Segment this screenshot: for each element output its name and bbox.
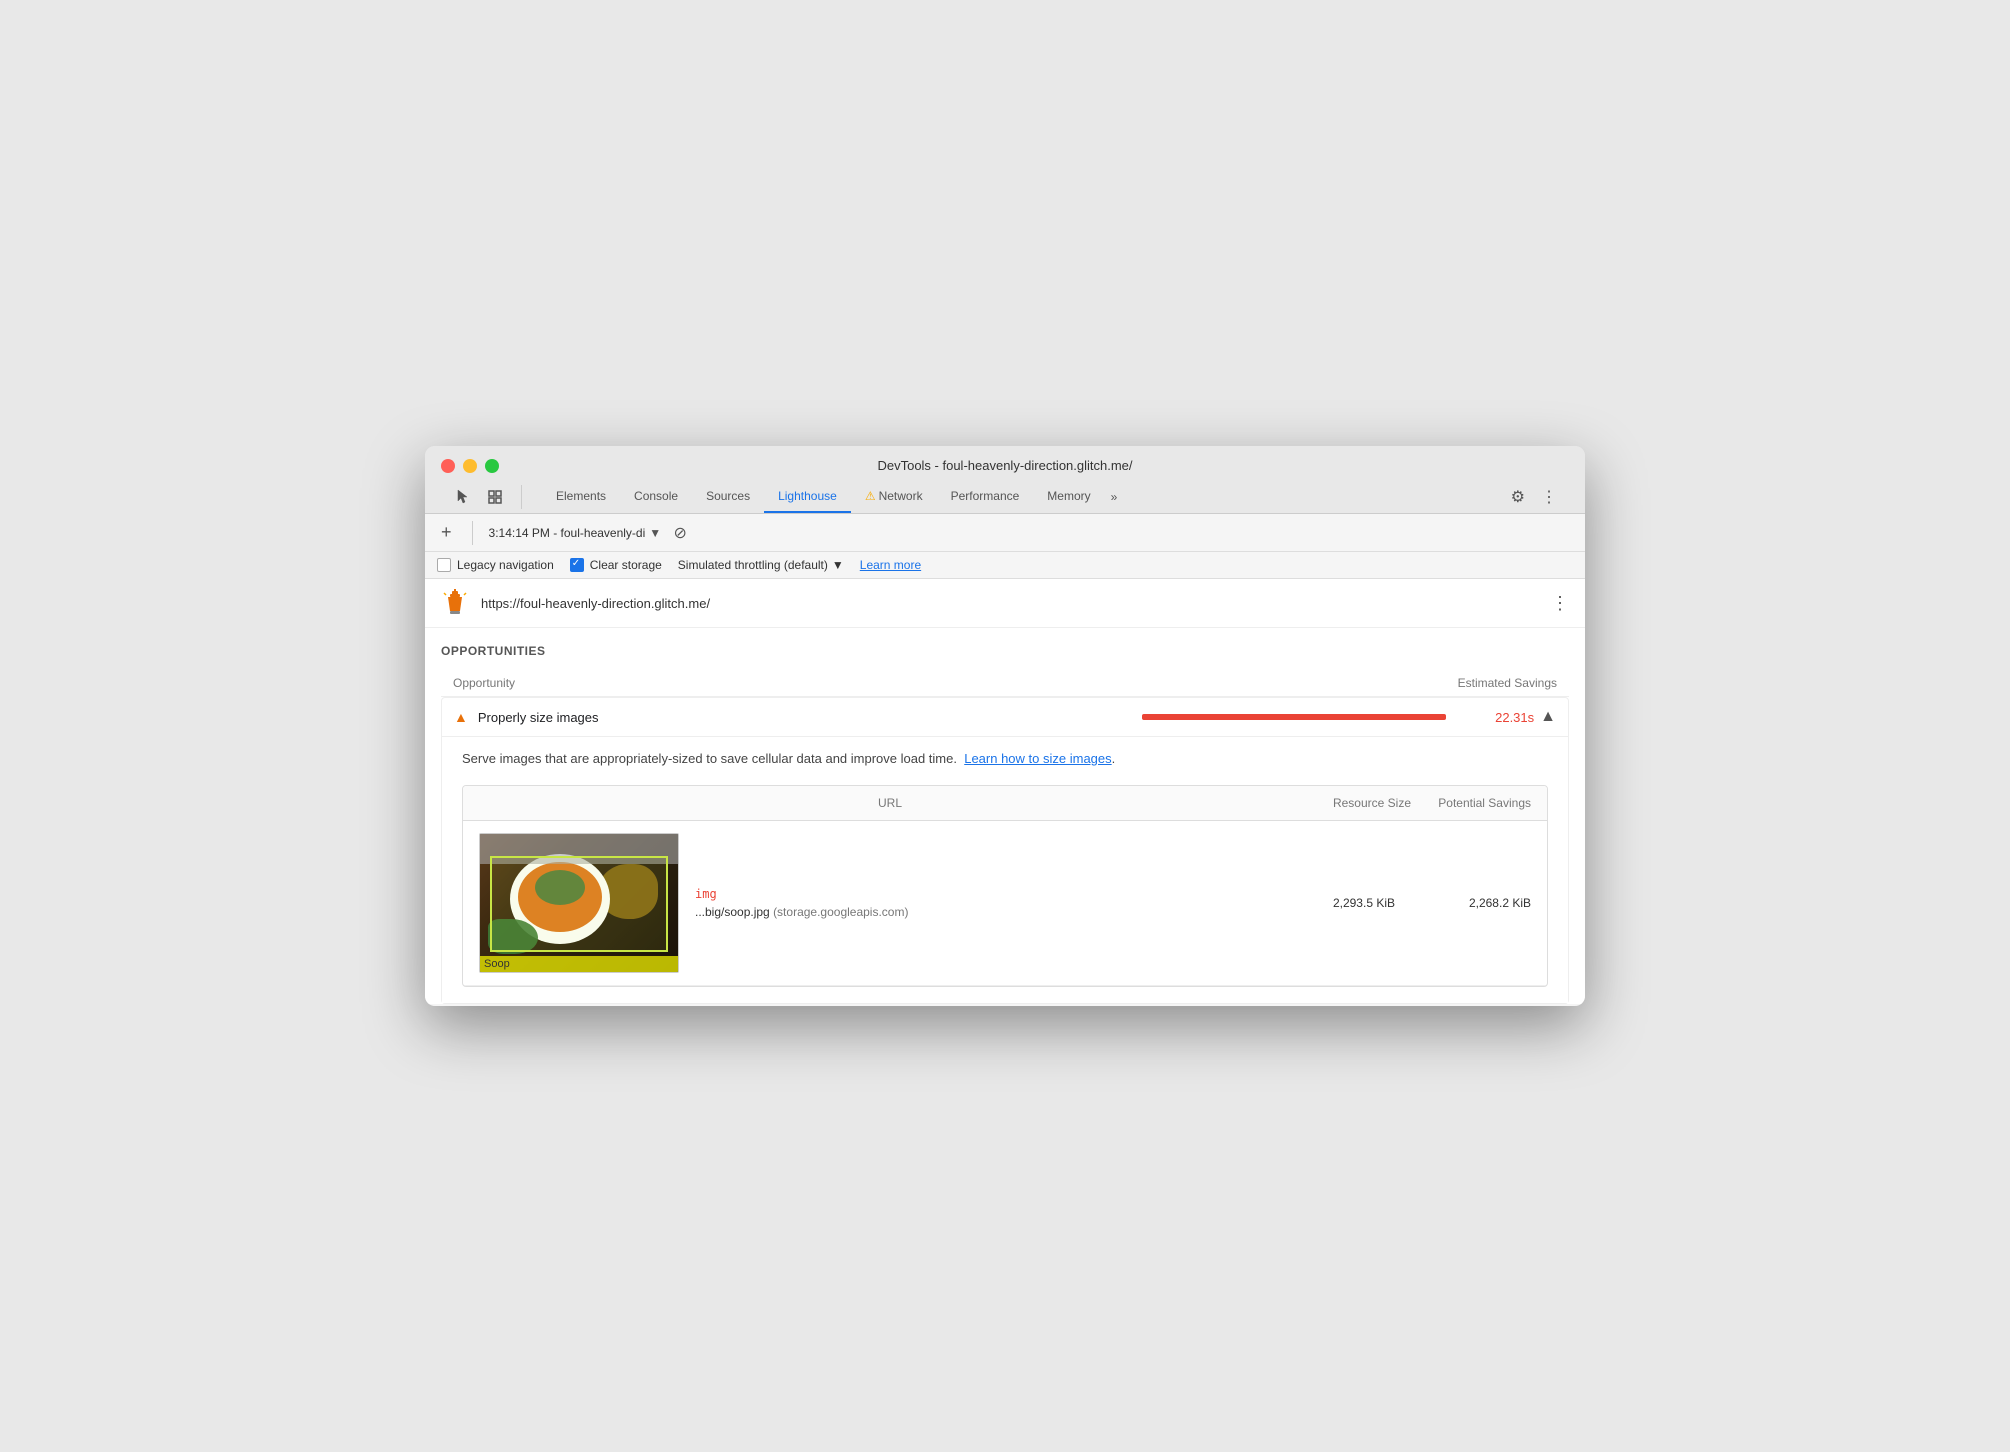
title-bar: DevTools - foul-heavenly-direction.glitc… <box>425 446 1585 514</box>
throttling-select[interactable]: Simulated throttling (default) ▼ <box>678 558 844 572</box>
tab-sources[interactable]: Sources <box>692 481 764 513</box>
url-more-button[interactable]: ⋮ <box>1551 593 1569 614</box>
opportunity-row-properly-size: ▲ Properly size images 22.31s ▲ Serve im… <box>441 697 1569 1004</box>
opportunity-expanded: Serve images that are appropriately-size… <box>442 736 1568 1003</box>
savings-bar <box>1142 714 1446 720</box>
toolbar-divider <box>521 485 522 509</box>
add-button[interactable]: + <box>437 520 456 545</box>
window-title: DevTools - foul-heavenly-direction.glitc… <box>877 458 1132 473</box>
tab-network[interactable]: ⚠Network <box>851 481 937 513</box>
url-filename: ...big/soop.jpg <box>695 905 770 919</box>
clear-storage-label[interactable]: Clear storage <box>570 558 662 572</box>
soup-image: Soop <box>480 834 678 972</box>
subtoolbar-divider <box>472 521 473 545</box>
table-row: Soop img ...big/soop.jpg (storage.google… <box>463 821 1547 986</box>
inspect-icon <box>487 489 503 505</box>
opportunity-col-header: Opportunity <box>453 676 1417 690</box>
tab-memory[interactable]: Memory <box>1033 481 1104 513</box>
thumbnail-wrapper: Soop <box>479 833 679 973</box>
chevron-up-icon[interactable]: ▲ <box>1540 708 1556 726</box>
resource-size-col-header: Resource Size <box>1301 796 1411 810</box>
tab-bar: Elements Console Sources Lighthouse ⚠Net… <box>441 481 1569 513</box>
tab-lighthouse[interactable]: Lighthouse <box>764 481 851 513</box>
legacy-nav-label[interactable]: Legacy navigation <box>437 558 554 572</box>
opportunity-warning-icon: ▲ <box>454 709 468 725</box>
toolbar-icons <box>449 483 530 511</box>
cursor-icon <box>455 489 471 505</box>
tab-bar-right: ⚙ ⋮ <box>1507 483 1561 511</box>
legacy-nav-text: Legacy navigation <box>457 558 554 572</box>
url-row: https://foul-heavenly-direction.glitch.m… <box>425 579 1585 628</box>
warning-icon: ⚠ <box>865 489 876 503</box>
sub-toolbar: + 3:14:14 PM - foul-heavenly-di ▼ ⊘ <box>425 514 1585 552</box>
potential-savings-col-header: Potential Savings <box>1411 796 1531 810</box>
throttling-text: Simulated throttling (default) <box>678 558 828 572</box>
options-bar: Legacy navigation Clear storage Simulate… <box>425 552 1585 579</box>
window-controls <box>441 459 499 473</box>
url-domain: (storage.googleapis.com) <box>773 905 908 919</box>
cursor-icon-btn[interactable] <box>449 483 477 511</box>
resource-size-cell: 2,293.5 KiB <box>1285 896 1395 910</box>
devtools-window: DevTools - foul-heavenly-direction.glitc… <box>425 446 1585 1006</box>
no-entry-button[interactable]: ⊘ <box>669 522 691 544</box>
session-chevron-icon: ▼ <box>649 526 661 540</box>
data-table: URL Resource Size Potential Savings <box>462 785 1548 987</box>
thumb-highlight-box <box>490 856 668 952</box>
legacy-nav-checkbox[interactable] <box>437 558 451 572</box>
opportunity-header[interactable]: ▲ Properly size images 22.31s ▲ <box>442 698 1568 736</box>
url-cell: img ...big/soop.jpg (storage.googleapis.… <box>695 887 1269 919</box>
tab-elements[interactable]: Elements <box>542 481 620 513</box>
url-col-header: URL <box>479 796 1301 810</box>
close-button[interactable] <box>441 459 455 473</box>
url-text: https://foul-heavenly-direction.glitch.m… <box>481 596 1539 611</box>
settings-icon-btn[interactable]: ⚙ <box>1507 483 1529 511</box>
tab-performance[interactable]: Performance <box>937 481 1034 513</box>
data-table-header: URL Resource Size Potential Savings <box>463 786 1547 821</box>
description-text: Serve images that are appropriately-size… <box>462 749 1548 769</box>
inspect-icon-btn[interactable] <box>481 483 509 511</box>
learn-more-link[interactable]: Learn more <box>860 558 921 572</box>
opportunities-section: OPPORTUNITIES Opportunity Estimated Savi… <box>425 628 1585 1004</box>
thumbnail-cell: Soop <box>479 833 679 973</box>
more-options-icon-btn[interactable]: ⋮ <box>1537 483 1561 511</box>
potential-savings-cell: 2,268.2 KiB <box>1411 896 1531 910</box>
content-area: https://foul-heavenly-direction.glitch.m… <box>425 579 1585 1004</box>
table-header: Opportunity Estimated Savings <box>441 670 1569 697</box>
session-selector[interactable]: 3:14:14 PM - foul-heavenly-di ▼ <box>489 526 662 540</box>
learn-how-link[interactable]: Learn how to size images <box>964 751 1111 766</box>
maximize-button[interactable] <box>485 459 499 473</box>
tab-console[interactable]: Console <box>620 481 692 513</box>
savings-col-header: Estimated Savings <box>1417 676 1557 690</box>
savings-bar-container <box>1142 714 1462 720</box>
url-filename-row: ...big/soop.jpg (storage.googleapis.com) <box>695 905 1269 919</box>
opportunity-title: Properly size images <box>478 710 1142 725</box>
tab-more[interactable]: » <box>1105 482 1124 512</box>
clear-storage-text: Clear storage <box>590 558 662 572</box>
session-label: 3:14:14 PM - foul-heavenly-di <box>489 526 646 540</box>
clear-storage-checkbox[interactable] <box>570 558 584 572</box>
minimize-button[interactable] <box>463 459 477 473</box>
thumb-label: Soop <box>480 956 678 972</box>
no-entry-icon: ⊘ <box>673 523 686 543</box>
throttling-chevron-icon: ▼ <box>832 558 844 572</box>
url-tag: img <box>695 887 1269 901</box>
lighthouse-logo-icon <box>441 589 469 617</box>
opportunities-title: OPPORTUNITIES <box>441 644 1569 658</box>
savings-value: 22.31s <box>1474 710 1534 725</box>
